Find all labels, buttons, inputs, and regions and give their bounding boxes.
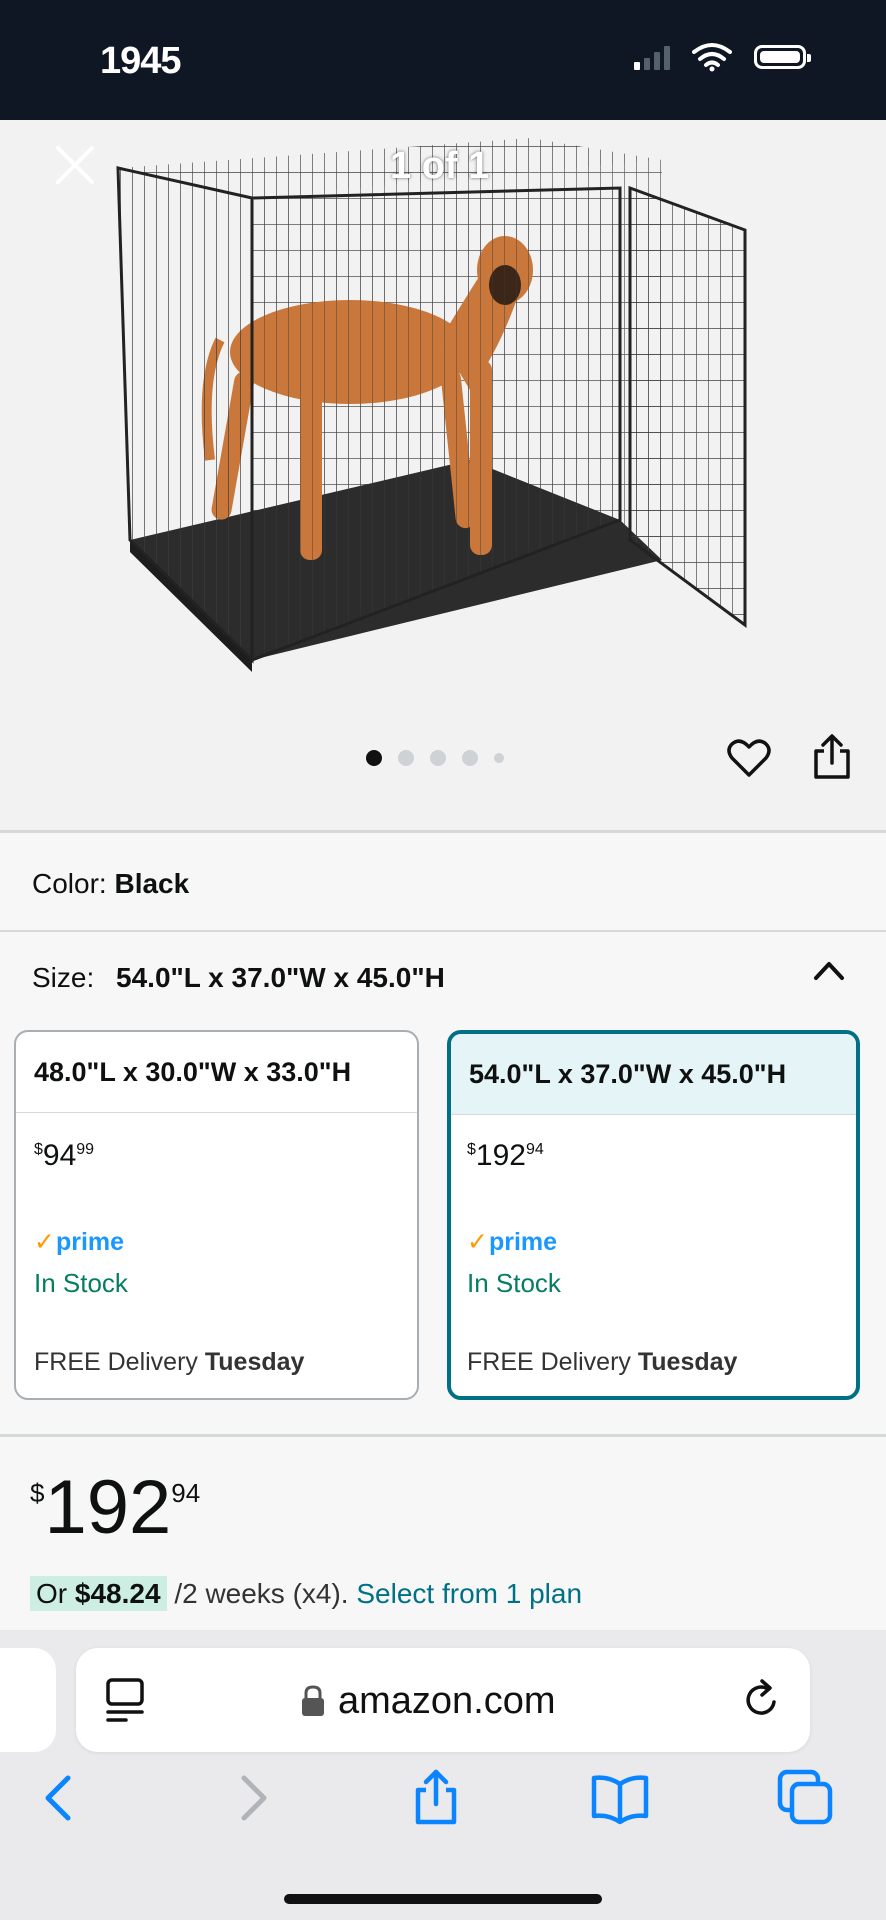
size-selector[interactable]: Size: 54.0"L x 37.0"W x 45.0"H [32, 962, 445, 994]
product-image [116, 138, 747, 672]
divider [0, 830, 886, 833]
share-icon[interactable] [812, 733, 852, 781]
divider [0, 1434, 886, 1437]
carousel-dots[interactable] [366, 750, 504, 766]
url-text[interactable]: amazon.com [338, 1680, 556, 1723]
prime-badge: ✓prime [467, 1228, 558, 1256]
status-bar: 1945 [0, 0, 886, 120]
installment-offer: Or $48.24 /2 weeks (x4). Select from 1 p… [30, 1576, 582, 1611]
color-value: Black [114, 868, 190, 899]
battery-icon [754, 45, 811, 69]
tabs-icon[interactable] [776, 1768, 836, 1828]
carousel-dot[interactable] [462, 750, 478, 766]
product-image-gallery[interactable] [0, 120, 886, 830]
size-option-card[interactable]: 48.0"L x 30.0"W x 33.0"H $9499 ✓prime In… [14, 1030, 419, 1400]
installment-terms: /2 weeks (x4). [174, 1578, 349, 1609]
heart-icon[interactable] [726, 735, 772, 781]
share-icon[interactable] [406, 1768, 466, 1828]
size-value: 54.0"L x 37.0"W x 45.0"H [116, 962, 445, 993]
previous-tab[interactable] [0, 1648, 56, 1752]
close-icon[interactable] [50, 140, 100, 190]
option-price: $9499 [34, 1139, 95, 1172]
carousel-dot[interactable] [366, 750, 382, 766]
product-price: $192 94 [30, 1465, 201, 1550]
carousel-dot[interactable] [398, 750, 414, 766]
color-selector[interactable]: Color: Black [32, 868, 189, 900]
option-size: 48.0"L x 30.0"W x 33.0"H [16, 1032, 417, 1113]
bookmarks-icon[interactable] [590, 1768, 650, 1828]
image-counter: 1 of 1 [390, 145, 490, 187]
size-option-card-selected[interactable]: 54.0"L x 37.0"W x 45.0"H $19294 ✓prime I… [447, 1030, 860, 1400]
status-time: 1945 [100, 40, 182, 82]
delivery-info: FREE Delivery Tuesday [34, 1348, 305, 1376]
divider [0, 930, 886, 932]
stock-status: In Stock [34, 1268, 128, 1298]
installment-amount: Or $48.24 [30, 1576, 167, 1611]
status-icons [634, 42, 811, 72]
signal-icon [634, 44, 670, 70]
lock-icon [302, 1685, 324, 1716]
option-size: 54.0"L x 37.0"W x 45.0"H [451, 1034, 856, 1115]
carousel-dot[interactable] [494, 753, 504, 763]
carousel-dot[interactable] [430, 750, 446, 766]
color-label: Color: [32, 868, 107, 899]
reader-icon[interactable] [104, 1676, 146, 1724]
back-icon[interactable] [30, 1768, 90, 1828]
reload-icon[interactable] [740, 1678, 784, 1722]
chevron-up-icon[interactable] [812, 958, 846, 982]
option-price: $19294 [467, 1139, 544, 1172]
forward-icon[interactable] [222, 1768, 282, 1828]
size-label: Size: [32, 962, 95, 993]
wifi-icon [692, 43, 732, 72]
stock-status: In Stock [467, 1268, 561, 1298]
select-plan-link[interactable]: Select from 1 plan [356, 1578, 582, 1609]
home-indicator [284, 1894, 602, 1904]
prime-badge: ✓prime [34, 1228, 125, 1256]
delivery-info: FREE Delivery Tuesday [467, 1348, 738, 1376]
